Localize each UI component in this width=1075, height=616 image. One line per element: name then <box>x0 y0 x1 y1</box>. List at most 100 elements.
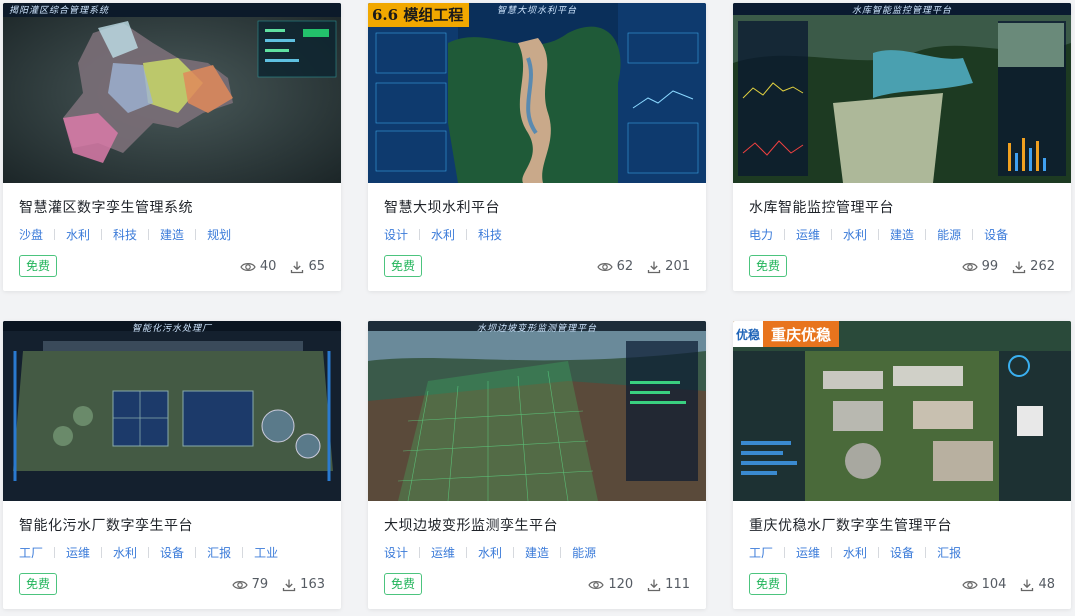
thumb-header-text: 智能化污水处理厂 <box>131 324 212 334</box>
tag-divider <box>242 547 244 558</box>
eye-icon <box>588 579 605 591</box>
tag[interactable]: 建造 <box>160 226 184 243</box>
tag[interactable]: 设备 <box>160 544 184 561</box>
template-card[interactable]: 水坝边坡变形监测管理平台 大坝边坡变形监测孪生平台 设计 运维 水利 建造 能源… <box>368 321 706 609</box>
views-stat: 104 <box>961 577 1006 592</box>
tag[interactable]: 水利 <box>843 226 867 243</box>
downloads-count: 65 <box>308 259 325 274</box>
brand-text: 重庆优稳 <box>771 325 832 344</box>
download-icon <box>647 260 661 274</box>
card-thumbnail[interactable]: 6.6 模组工程 智慧大坝水利平台 <box>368 3 706 183</box>
tag[interactable]: 工业 <box>254 544 278 561</box>
tag[interactable]: 工厂 <box>749 544 773 561</box>
downloads-stat: 48 <box>1020 577 1055 592</box>
template-card[interactable]: 揭阳灌区综合管理系统 智慧灌区数字孪生管理系统 沙盘 水利 科技 建造 规划 免… <box>3 3 341 291</box>
tag[interactable]: 建造 <box>525 544 549 561</box>
tag[interactable]: 电力 <box>749 226 773 243</box>
tag[interactable]: 运维 <box>66 544 90 561</box>
free-badge: 免费 <box>19 255 58 277</box>
tag[interactable]: 设备 <box>890 544 914 561</box>
tag[interactable]: 水利 <box>843 544 867 561</box>
tag[interactable]: 建造 <box>890 226 914 243</box>
tag[interactable]: 能源 <box>572 544 596 561</box>
card-title[interactable]: 智能化污水厂数字孪生平台 <box>19 515 193 535</box>
views-stat: 40 <box>240 259 276 274</box>
tag-divider <box>784 547 786 558</box>
views-stat: 62 <box>596 259 633 274</box>
template-card[interactable]: 水库智能监控管理平台 水库智能监控管理平台 电力 运维 水利 建造 能源 设备 … <box>733 3 1071 291</box>
tag[interactable]: 水利 <box>66 226 90 243</box>
tag-divider <box>195 547 197 558</box>
tag[interactable]: 沙盘 <box>19 226 43 243</box>
views-count: 99 <box>981 259 999 274</box>
card-thumbnail[interactable]: 水库智能监控管理平台 <box>733 3 1071 183</box>
card-stats: 40 65 <box>240 259 325 274</box>
tag-divider <box>925 229 927 240</box>
views-stat: 120 <box>588 577 633 592</box>
download-icon <box>282 578 296 592</box>
card-title[interactable]: 重庆优稳水厂数字孪生管理平台 <box>749 515 952 535</box>
tag[interactable]: 规划 <box>207 226 231 243</box>
tag-list: 工厂 运维 水利 设备 汇报 <box>749 544 961 561</box>
tag[interactable]: 水利 <box>113 544 137 561</box>
card-stats: 79 163 <box>231 577 325 592</box>
tag[interactable]: 水利 <box>478 544 502 561</box>
downloads-stat: 201 <box>647 259 690 274</box>
free-badge: 免费 <box>19 573 58 595</box>
template-card[interactable]: 智能化污水处理厂 智能化污水厂数字孪生平台 工厂 运维 水利 设备 汇报 工业 … <box>3 321 341 609</box>
download-icon <box>1012 260 1026 274</box>
tag[interactable]: 设计 <box>384 544 408 561</box>
free-badge: 免费 <box>749 255 788 277</box>
tag[interactable]: 设备 <box>984 226 1008 243</box>
eye-icon <box>596 261 613 273</box>
card-stats: 62 201 <box>596 259 690 274</box>
downloads-stat: 111 <box>647 577 690 592</box>
tag-divider <box>54 547 56 558</box>
tag[interactable]: 工厂 <box>19 544 43 561</box>
tag-list: 沙盘 水利 科技 建造 规划 <box>19 226 231 243</box>
card-thumbnail[interactable]: 智能化污水处理厂 <box>3 321 341 501</box>
template-card[interactable]: 优稳 重庆优稳 重庆优稳水厂数字孪生管理平台 工厂 运维 水利 设备 汇报 免费… <box>733 321 1071 609</box>
template-card[interactable]: 6.6 模组工程 智慧大坝水利平台 智慧大坝水利平台 设计 水利 科技 免费 6… <box>368 3 706 291</box>
tag-list: 工厂 运维 水利 设备 汇报 工业 <box>19 544 278 561</box>
thumb-header-text: 揭阳灌区综合管理系统 <box>9 6 110 16</box>
tag-divider <box>831 547 833 558</box>
tag[interactable]: 运维 <box>796 544 820 561</box>
card-thumbnail[interactable]: 揭阳灌区综合管理系统 <box>3 3 341 183</box>
tag-divider <box>466 547 468 558</box>
downloads-count: 163 <box>300 577 325 592</box>
tag-divider <box>878 547 880 558</box>
tag-divider <box>831 229 833 240</box>
card-stats: 120 111 <box>588 577 690 592</box>
tag[interactable]: 运维 <box>796 226 820 243</box>
card-stats: 99 262 <box>961 259 1055 274</box>
tag-divider <box>148 547 150 558</box>
tag[interactable]: 汇报 <box>937 544 961 561</box>
tag[interactable]: 科技 <box>478 226 502 243</box>
card-title[interactable]: 水库智能监控管理平台 <box>749 197 894 217</box>
tag[interactable]: 水利 <box>431 226 455 243</box>
card-thumbnail[interactable]: 优稳 重庆优稳 <box>733 321 1071 501</box>
eye-icon <box>961 579 978 591</box>
downloads-stat: 65 <box>290 259 325 274</box>
free-badge: 免费 <box>749 573 788 595</box>
tag[interactable]: 科技 <box>113 226 137 243</box>
views-count: 120 <box>608 577 634 592</box>
thumb-header-text: 智慧大坝水利平台 <box>496 6 577 16</box>
tag-list: 设计 水利 科技 <box>384 226 502 243</box>
card-title[interactable]: 大坝边坡变形监测孪生平台 <box>384 515 558 535</box>
tag-divider <box>878 229 880 240</box>
download-icon <box>290 260 304 274</box>
card-thumbnail[interactable]: 水坝边坡变形监测管理平台 <box>368 321 706 501</box>
tag[interactable]: 能源 <box>937 226 961 243</box>
downloads-count: 201 <box>665 259 690 274</box>
card-title[interactable]: 智慧大坝水利平台 <box>384 197 500 217</box>
tag[interactable]: 运维 <box>431 544 455 561</box>
tag[interactable]: 设计 <box>384 226 408 243</box>
eye-icon <box>240 261 256 273</box>
free-badge: 免费 <box>384 573 423 595</box>
downloads-count: 262 <box>1030 259 1055 274</box>
tag-divider <box>784 229 786 240</box>
tag[interactable]: 汇报 <box>207 544 231 561</box>
card-title[interactable]: 智慧灌区数字孪生管理系统 <box>19 197 193 217</box>
